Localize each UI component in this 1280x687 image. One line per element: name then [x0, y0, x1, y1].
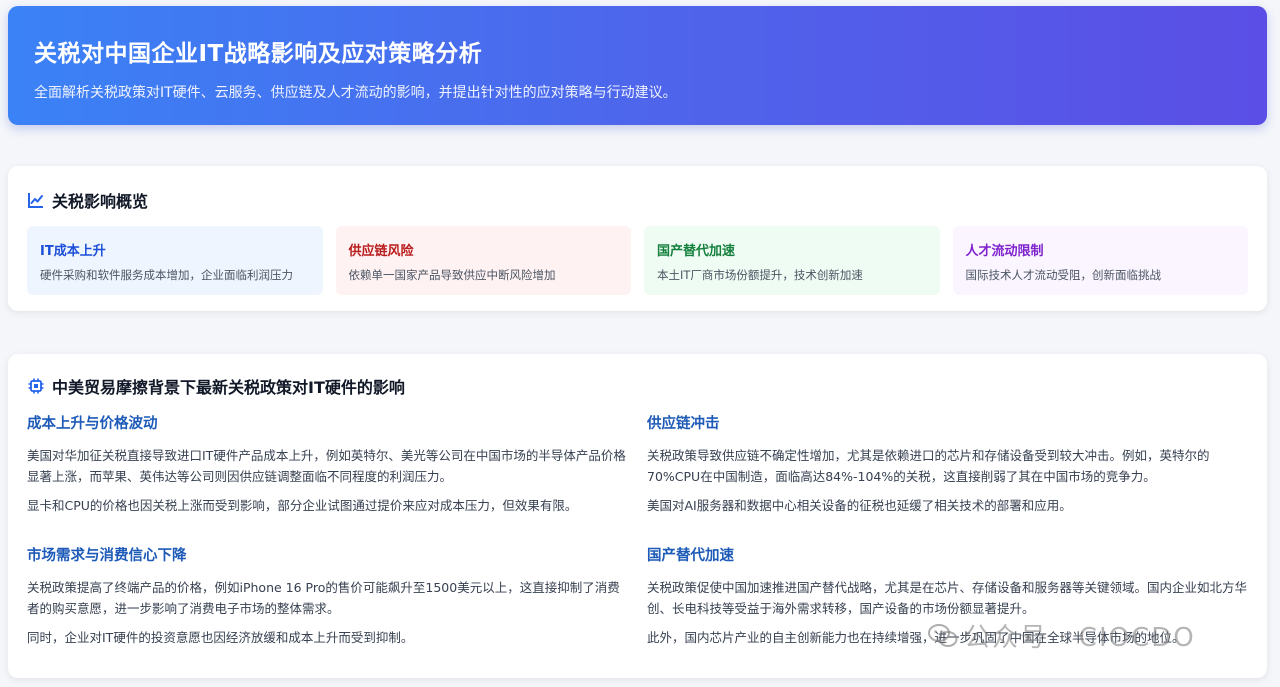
block-paragraph: 关税政策提高了终端产品的价格，例如iPhone 16 Pro的售价可能飙升至15…: [27, 580, 620, 616]
overview-tile-cost: IT成本上升 硬件采购和软件服务成本增加，企业面临利润压力: [27, 226, 323, 295]
tile-desc: 本土IT厂商市场份额提升，技术创新加速: [657, 268, 863, 282]
tile-title: IT成本上升: [40, 244, 106, 259]
impact-block-cost: 成本上升与价格波动 美国对华加征关税直接导致进口IT硬件产品成本上升，例如英特尔…: [27, 412, 627, 516]
tile-title: 人才流动限制: [965, 244, 1044, 259]
overview-tile-supply-risk: 供应链风险 依赖单一国家产品导致供应中断风险增加: [335, 226, 631, 295]
block-heading: 成本上升与价格波动: [27, 416, 158, 432]
tile-desc: 硬件采购和软件服务成本增加，企业面临利润压力: [40, 268, 293, 282]
block-paragraph: 美国对华加征关税直接导致进口IT硬件产品成本上升，例如英特尔、美光等公司在中国市…: [27, 448, 626, 484]
overview-card: 关税影响概览 IT成本上升 硬件采购和软件服务成本增加，企业面临利润压力 供应链…: [8, 166, 1267, 311]
block-paragraph: 显卡和CPU的价格也因关税上涨而受到影响，部分企业试图通过提价来应对成本压力，但…: [27, 498, 578, 513]
block-paragraph: 关税政策导致供应链不确定性增加，尤其是依赖进口的芯片和存储设备受到较大冲击。例如…: [647, 448, 1210, 484]
chart-line-icon: [27, 191, 45, 209]
impact-block-supply: 供应链冲击 关税政策导致供应链不确定性增加，尤其是依赖进口的芯片和存储设备受到较…: [647, 412, 1247, 516]
impact-block-demand: 市场需求与消费信心下降 关税政策提高了终端产品的价格，例如iPhone 16 P…: [27, 544, 627, 648]
wechat-icon: [928, 623, 958, 649]
block-heading: 供应链冲击: [647, 416, 720, 432]
tile-desc: 依赖单一国家产品导致供应中断风险增加: [348, 268, 556, 282]
tile-title: 国产替代加速: [657, 244, 736, 259]
tile-desc: 国际技术人才流动受阻，创新面临挑战: [965, 268, 1162, 282]
block-paragraph: 美国对AI服务器和数据中心相关设备的征税也延缓了相关技术的部署和应用。: [647, 498, 1072, 513]
page-title: 关税对中国企业IT战略影响及应对策略分析: [34, 41, 483, 67]
block-paragraph: 关税政策促使中国加速推进国产替代战略，尤其是在芯片、存储设备和服务器等关键领域。…: [647, 580, 1248, 616]
overview-tile-domestic: 国产替代加速 本土IT厂商市场份额提升，技术创新加速: [644, 226, 940, 295]
watermark-text: 公众号 · CIOCDO: [964, 623, 1196, 653]
block-heading: 国产替代加速: [647, 548, 734, 564]
block-paragraph: 同时，企业对IT硬件的投资意愿也因经济放缓和成本上升而受到抑制。: [27, 630, 414, 645]
overview-title-text: 关税影响概览: [52, 192, 149, 211]
watermark: 公众号 · CIOCDO: [928, 617, 1196, 654]
overview-tiles: IT成本上升 硬件采购和软件服务成本增加，企业面临利润压力 供应链风险 依赖单一…: [27, 226, 1248, 295]
block-heading: 市场需求与消费信心下降: [27, 548, 187, 564]
impact-section-title: 中美贸易摩擦背景下最新关税政策对IT硬件的影响: [27, 374, 1248, 398]
page-subtitle: 全面解析关税政策对IT硬件、云服务、供应链及人才流动的影响，并提出针对性的应对策…: [34, 85, 677, 101]
overview-section-title: 关税影响概览: [27, 188, 1248, 212]
tile-title: 供应链风险: [348, 244, 414, 259]
page-header: 关税对中国企业IT战略影响及应对策略分析 全面解析关税政策对IT硬件、云服务、供…: [8, 6, 1267, 125]
impact-title-text: 中美贸易摩擦背景下最新关税政策对IT硬件的影响: [52, 378, 405, 397]
chip-icon: [27, 377, 45, 395]
overview-tile-talent: 人才流动限制 国际技术人才流动受阻，创新面临挑战: [952, 226, 1248, 295]
